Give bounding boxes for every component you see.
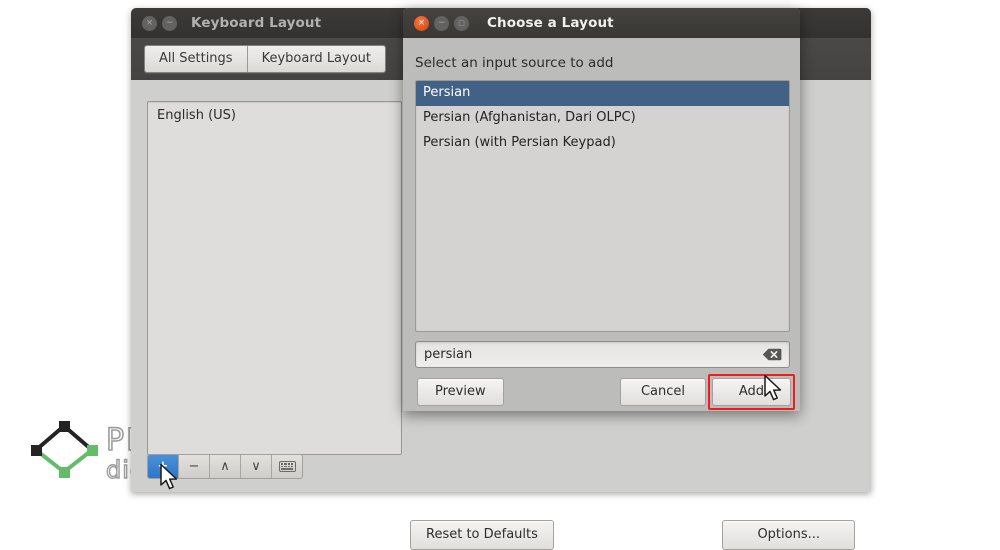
search-field[interactable] [415, 341, 790, 368]
settings-tabs: All Settings Keyboard Layout [144, 45, 387, 73]
reset-to-defaults-button[interactable]: Reset to Defaults [410, 520, 554, 550]
list-item[interactable]: Persian (with Persian Keypad) [416, 131, 789, 156]
close-icon[interactable]: × [142, 15, 157, 31]
watermark-mark [31, 421, 98, 478]
tab-all-settings[interactable]: All Settings [145, 46, 247, 72]
main-window-controls: × − [142, 15, 177, 31]
dialog-button-row: Preview Cancel Add [403, 374, 800, 412]
installed-layouts-list[interactable]: English (US) [147, 101, 402, 455]
dialog-title: Choose a Layout [487, 15, 614, 31]
move-up-button[interactable]: ∧ [209, 455, 240, 478]
minimize-icon[interactable]: − [434, 15, 449, 31]
search-input[interactable] [416, 342, 762, 367]
main-window-title: Keyboard Layout [191, 15, 322, 31]
close-icon[interactable]: × [414, 15, 429, 31]
dialog-body: Select an input source to add Persian Pe… [403, 38, 800, 411]
dialog-window-controls: × − □ [414, 15, 469, 31]
dialog-prompt-label: Select an input source to add [415, 55, 614, 71]
layout-list-toolbar: + − ∧ ∨ [147, 454, 303, 479]
clear-icon[interactable] [762, 348, 782, 361]
choose-a-layout-dialog: × − □ Choose a Layout Select an input so… [403, 8, 800, 411]
list-item[interactable]: Persian [416, 81, 789, 106]
list-item[interactable]: Persian (Afghanistan, Dari OLPC) [416, 106, 789, 131]
move-down-button[interactable]: ∨ [240, 455, 271, 478]
input-source-list[interactable]: Persian Persian (Afghanistan, Dari OLPC)… [415, 80, 790, 332]
list-item[interactable]: English (US) [148, 102, 401, 128]
maximize-icon[interactable]: □ [454, 15, 469, 31]
add-button[interactable]: Add [711, 378, 791, 406]
add-button-highlight: Add [707, 374, 795, 410]
minimize-icon[interactable]: − [162, 15, 177, 31]
tab-keyboard-layout[interactable]: Keyboard Layout [246, 46, 386, 72]
remove-layout-button[interactable]: − [178, 455, 209, 478]
options-button[interactable]: Options... [722, 520, 855, 550]
cancel-button[interactable]: Cancel [619, 378, 706, 406]
keyboard-icon [278, 461, 296, 472]
preview-button[interactable]: Preview [417, 378, 504, 406]
show-keyboard-button[interactable] [271, 455, 302, 478]
dialog-titlebar: × − □ Choose a Layout [403, 8, 800, 38]
add-layout-button[interactable]: + [148, 455, 178, 478]
